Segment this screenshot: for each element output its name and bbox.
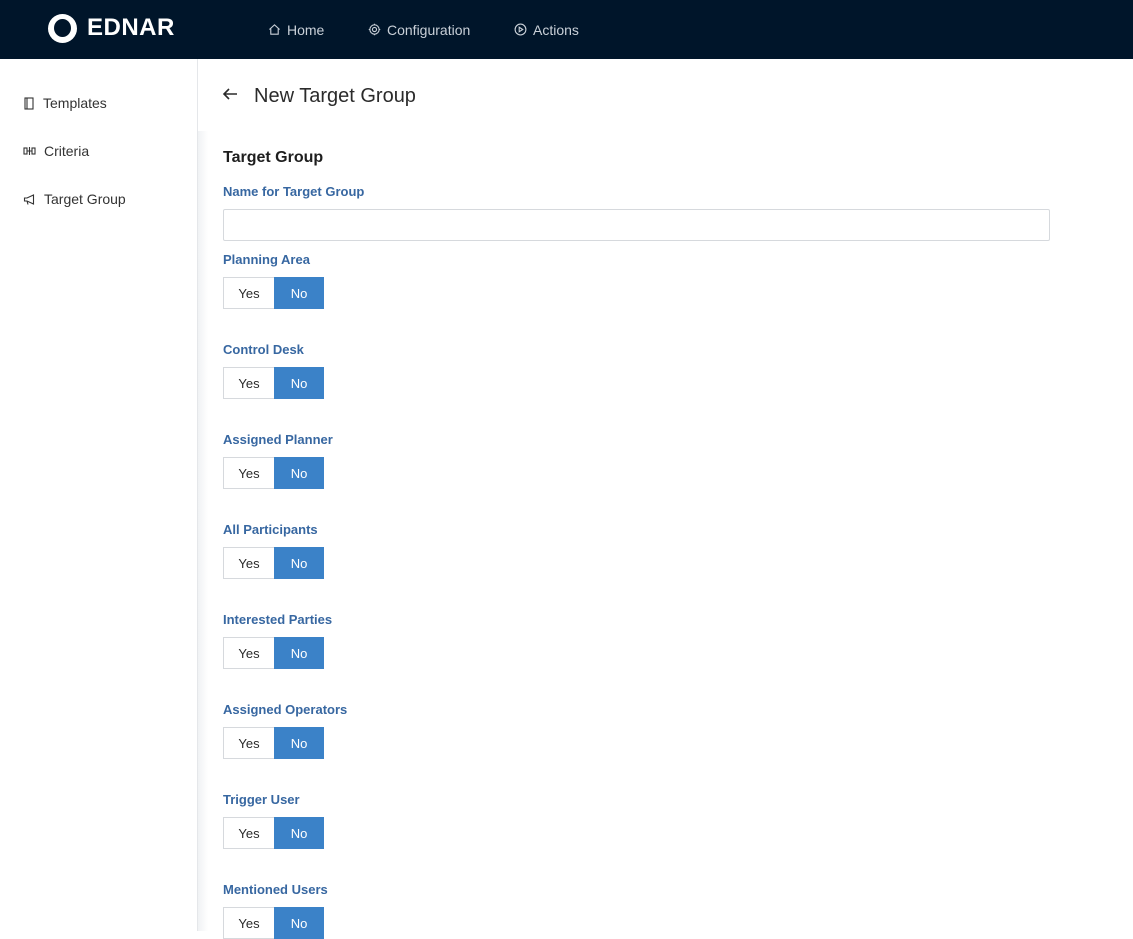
megaphone-icon (23, 193, 35, 205)
sidebar: Templates Criteria Target Group (0, 59, 198, 931)
trigger-user-toggle: Yes No (223, 817, 324, 849)
assigned-planner-no-button[interactable]: No (274, 457, 324, 489)
sidebar-item-label: Templates (43, 95, 107, 111)
interested-parties-toggle: Yes No (223, 637, 324, 669)
sidebar-shadow (198, 131, 208, 931)
home-icon (269, 24, 280, 35)
back-arrow-icon[interactable] (222, 86, 240, 102)
assigned-operators-label: Assigned Operators (223, 702, 348, 717)
sidebar-item-label: Criteria (44, 143, 90, 159)
brand-name: EDNAR (87, 14, 175, 41)
brand-logo[interactable]: EDNAR (48, 13, 175, 43)
assigned-operators-no-button[interactable]: No (274, 727, 324, 759)
nav-home[interactable]: Home (268, 0, 324, 59)
logo-ring-icon (48, 13, 77, 43)
all-participants-toggle: Yes No (223, 547, 324, 579)
control-desk-yes-button[interactable]: Yes (223, 367, 274, 399)
planning-area-label: Planning Area (223, 252, 310, 267)
planning-area-no-button[interactable]: No (274, 277, 324, 309)
sidebar-item-templates[interactable]: Templates (23, 93, 107, 113)
mentioned-users-toggle: Yes No (223, 907, 324, 939)
sidebar-item-target-group[interactable]: Target Group (23, 189, 126, 209)
target-group-name-input[interactable] (223, 209, 1050, 241)
planning-area-toggle: Yes No (223, 277, 324, 309)
trigger-user-label: Trigger User (223, 792, 300, 807)
play-circle-icon (514, 23, 527, 36)
planning-area-yes-button[interactable]: Yes (223, 277, 274, 309)
all-participants-no-button[interactable]: No (274, 547, 324, 579)
nav-actions[interactable]: Actions (514, 0, 579, 59)
control-desk-no-button[interactable]: No (274, 367, 324, 399)
criteria-icon (23, 147, 36, 155)
nav-configuration[interactable]: Configuration (368, 0, 470, 59)
nav-configuration-label: Configuration (387, 21, 471, 38)
interested-parties-label: Interested Parties (223, 612, 333, 627)
trigger-user-no-button[interactable]: No (274, 817, 324, 849)
book-icon (24, 96, 34, 110)
interested-parties-no-button[interactable]: No (274, 637, 324, 669)
control-desk-toggle: Yes No (223, 367, 324, 399)
section-title: Target Group (223, 149, 324, 166)
all-participants-yes-button[interactable]: Yes (223, 547, 274, 579)
nav-actions-label: Actions (533, 21, 579, 38)
control-desk-label: Control Desk (223, 342, 304, 357)
assigned-planner-label: Assigned Planner (223, 432, 333, 447)
sidebar-item-label: Target Group (44, 191, 126, 207)
mentioned-users-label: Mentioned Users (223, 882, 328, 897)
interested-parties-yes-button[interactable]: Yes (223, 637, 274, 669)
all-participants-label: All Participants (223, 522, 318, 537)
page-title: New Target Group (254, 85, 416, 107)
nav-home-label: Home (287, 21, 325, 38)
sidebar-item-criteria[interactable]: Criteria (23, 141, 89, 161)
top-navbar: EDNAR Home Configuration Actions (0, 0, 1133, 59)
assigned-planner-toggle: Yes No (223, 457, 324, 489)
assigned-operators-toggle: Yes No (223, 727, 324, 759)
trigger-user-yes-button[interactable]: Yes (223, 817, 274, 849)
name-field-label: Name for Target Group (223, 184, 365, 199)
gear-icon (368, 23, 381, 36)
main-content: New Target Group Target Group Name for T… (198, 59, 1133, 939)
assigned-operators-yes-button[interactable]: Yes (223, 727, 274, 759)
mentioned-users-yes-button[interactable]: Yes (223, 907, 274, 939)
mentioned-users-no-button[interactable]: No (274, 907, 324, 939)
assigned-planner-yes-button[interactable]: Yes (223, 457, 274, 489)
